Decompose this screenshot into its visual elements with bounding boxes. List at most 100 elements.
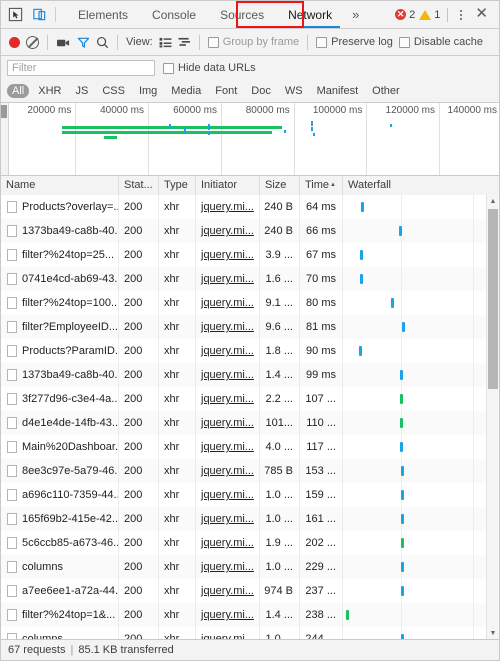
initiator-link[interactable]: jquery.mi...	[201, 225, 254, 237]
initiator-link[interactable]: jquery.mi...	[201, 417, 254, 429]
type-filter-media[interactable]: Media	[166, 84, 206, 98]
initiator-link[interactable]: jquery.mi...	[201, 561, 254, 573]
table-row[interactable]: a7ee6ee1-a72a-44... 200 xhr jquery.mi... 974…	[1, 579, 499, 603]
initiator-link[interactable]: jquery.mi...	[201, 465, 254, 477]
table-row[interactable]: 0741e4cd-ab69-43... 200 xhr jquery.mi... 1.6…	[1, 267, 499, 291]
column-header-size[interactable]: Size	[260, 176, 300, 195]
table-row[interactable]: 1373ba49-ca8b-40... 200 xhr jquery.mi... 240…	[1, 219, 499, 243]
filter-funnel-icon[interactable]	[77, 36, 90, 49]
file-icon	[7, 633, 17, 639]
tabbar-left-icons	[1, 1, 53, 28]
type-filter-js[interactable]: JS	[70, 84, 93, 98]
type-filter-img[interactable]: Img	[134, 84, 162, 98]
hide-data-urls-box[interactable]	[163, 62, 174, 74]
initiator-link[interactable]: jquery.mi...	[201, 345, 254, 357]
device-toolbar-icon[interactable]	[31, 6, 48, 23]
waterfall-view-icon[interactable]	[178, 37, 191, 48]
table-row[interactable]: Main%20Dashboar... 200 xhr jquery.mi... 4.0 …	[1, 435, 499, 459]
column-header-initiator[interactable]: Initiator	[196, 176, 260, 195]
transferred-size-label: 85.1 KB transferred	[78, 644, 174, 656]
type-filter-doc[interactable]: Doc	[246, 84, 276, 98]
tab-elements[interactable]: Elements	[66, 1, 140, 28]
type-filter-css[interactable]: CSS	[97, 84, 130, 98]
column-header-type[interactable]: Type	[159, 176, 196, 195]
cell-size: 1.0 ...	[260, 507, 300, 531]
table-row[interactable]: columns 200 xhr jquery.mi... 1.0 ... 244 ...	[1, 627, 499, 639]
initiator-link[interactable]: jquery.mi...	[201, 633, 254, 639]
table-row[interactable]: 8ee3c97e-5a79-46... 200 xhr jquery.mi... 785…	[1, 459, 499, 483]
table-row[interactable]: 1373ba49-ca8b-40... 200 xhr jquery.mi... 1.4…	[1, 363, 499, 387]
scrollbar-thumb[interactable]	[488, 209, 498, 389]
disable-cache-checkbox[interactable]: Disable cache	[398, 36, 483, 48]
disable-cache-box[interactable]	[398, 36, 410, 48]
overview-request-mark	[311, 121, 313, 126]
initiator-link[interactable]: jquery.mi...	[201, 369, 254, 381]
tab-sources[interactable]: Sources	[208, 1, 276, 28]
cell-status: 200	[119, 435, 159, 459]
initiator-link[interactable]: jquery.mi...	[201, 321, 254, 333]
group-by-frame-box[interactable]	[207, 36, 219, 48]
capture-screenshots-icon[interactable]	[56, 36, 71, 49]
search-icon[interactable]	[96, 36, 109, 49]
initiator-link[interactable]: jquery.mi...	[201, 249, 254, 261]
initiator-link[interactable]: jquery.mi...	[201, 273, 254, 285]
more-tabs-button[interactable]: »	[344, 1, 367, 28]
initiator-link[interactable]: jquery.mi...	[201, 201, 254, 213]
list-view-icon[interactable]	[159, 37, 172, 48]
file-icon	[7, 393, 17, 405]
network-overview-timeline[interactable]: 20000 ms 40000 ms 60000 ms 80000 ms 100000 m…	[1, 103, 499, 176]
table-row[interactable]: filter?EmployeeID... 200 xhr jquery.mi... 9.…	[1, 315, 499, 339]
table-row[interactable]: filter?%24top=25... 200 xhr jquery.mi... 3.9…	[1, 243, 499, 267]
kebab-menu-icon[interactable]	[455, 7, 467, 23]
cell-size: 4.0 ...	[260, 435, 300, 459]
preserve-log-checkbox[interactable]: Preserve log	[316, 36, 393, 48]
type-filter-other[interactable]: Other	[367, 84, 405, 98]
tab-console[interactable]: Console	[140, 1, 208, 28]
clear-icon[interactable]	[26, 35, 39, 49]
hide-data-urls-checkbox[interactable]: Hide data URLs	[163, 62, 256, 74]
record-button[interactable]	[9, 36, 20, 48]
warning-count-badge[interactable]: 1	[419, 9, 440, 21]
table-row[interactable]: Products?overlay=... 200 xhr jquery.mi... 24…	[1, 195, 499, 219]
column-header-time[interactable]: Time	[300, 176, 343, 195]
table-row[interactable]: Products?ParamID... 200 xhr jquery.mi... 1.8…	[1, 339, 499, 363]
group-by-frame-checkbox[interactable]: Group by frame	[207, 36, 299, 48]
table-row[interactable]: d4e1e4de-14fb-43... 200 xhr jquery.mi... 101…	[1, 411, 499, 435]
column-header-name[interactable]: Name	[1, 176, 119, 195]
type-filter-manifest[interactable]: Manifest	[312, 84, 364, 98]
type-filter-all[interactable]: All	[7, 84, 30, 98]
filter-input[interactable]	[7, 60, 155, 76]
inspect-element-icon[interactable]	[7, 6, 24, 23]
initiator-link[interactable]: jquery.mi...	[201, 441, 254, 453]
initiator-link[interactable]: jquery.mi...	[201, 513, 254, 525]
table-row[interactable]: 165f69b2-415e-42... 200 xhr jquery.mi... 1.0…	[1, 507, 499, 531]
initiator-link[interactable]: jquery.mi...	[201, 537, 254, 549]
column-header-status[interactable]: Stat...	[119, 176, 159, 195]
initiator-link[interactable]: jquery.mi...	[201, 585, 254, 597]
close-icon[interactable]: ✕	[471, 6, 492, 23]
vertical-scrollbar[interactable]: ▲ ▼	[486, 195, 499, 639]
error-count-badge[interactable]: ✕ 2	[395, 9, 415, 21]
table-row[interactable]: filter?%24top=1&... 200 xhr jquery.mi... 1.4…	[1, 603, 499, 627]
table-row[interactable]: 5c6ccb85-a673-46... 200 xhr jquery.mi... 1.9…	[1, 531, 499, 555]
type-filter-ws[interactable]: WS	[280, 84, 308, 98]
table-row[interactable]: 3f277d96-c3e4-4a... 200 xhr jquery.mi... 2.2…	[1, 387, 499, 411]
table-row[interactable]: filter?%24top=100... 200 xhr jquery.mi... 9.…	[1, 291, 499, 315]
initiator-link[interactable]: jquery.mi...	[201, 297, 254, 309]
preserve-log-box[interactable]	[316, 36, 328, 48]
file-icon	[7, 561, 17, 573]
overview-left-handle[interactable]	[1, 105, 7, 118]
cell-initiator: jquery.mi...	[196, 627, 260, 639]
initiator-link[interactable]: jquery.mi...	[201, 393, 254, 405]
scroll-down-arrow[interactable]: ▼	[487, 627, 499, 639]
initiator-link[interactable]: jquery.mi...	[201, 609, 254, 621]
type-filter-font[interactable]: Font	[210, 84, 242, 98]
scroll-up-arrow[interactable]: ▲	[487, 195, 499, 207]
type-filter-xhr[interactable]: XHR	[33, 84, 66, 98]
column-header-waterfall[interactable]: Waterfall	[343, 176, 499, 195]
table-row[interactable]: a696c110-7359-44... 200 xhr jquery.mi... 1.0…	[1, 483, 499, 507]
initiator-link[interactable]: jquery.mi...	[201, 489, 254, 501]
resource-type-filters: All XHR JS CSS Img Media Font Doc WS Man…	[1, 80, 499, 103]
tab-network[interactable]: Network	[276, 1, 344, 28]
table-row[interactable]: columns 200 xhr jquery.mi... 1.0 ... 229 ...	[1, 555, 499, 579]
